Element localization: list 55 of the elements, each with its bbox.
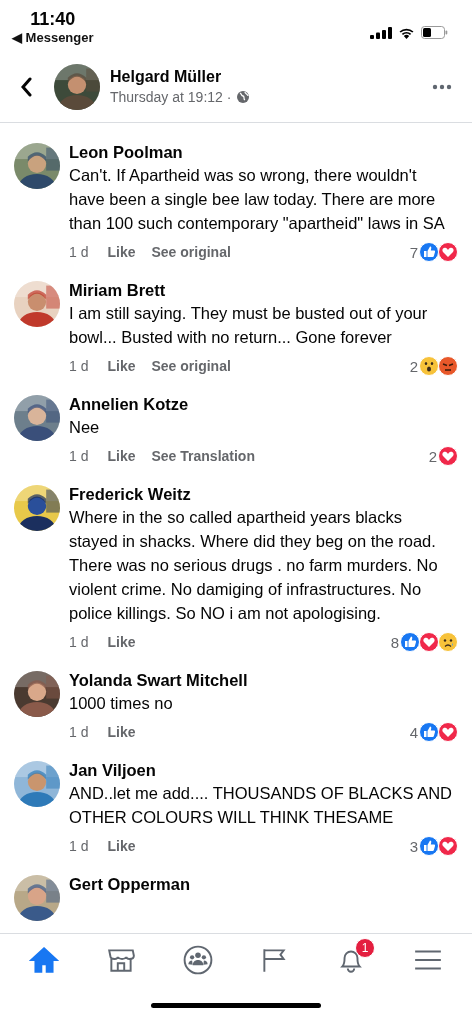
like-link[interactable]: Like — [107, 724, 136, 740]
translation-link[interactable]: See original — [151, 244, 231, 260]
commenter-name[interactable]: Gert Opperman — [69, 873, 458, 895]
comment-age: 1 d — [69, 448, 89, 464]
groups-icon — [182, 945, 213, 975]
comment-text: Where in the so called apartheid years blacks stayed in shacks. Where did they beg on the road. There was no serious drugs . no farm murders. No violent crime. No damiging of infrastructures. No police killings. So NO i am not apologising. — [69, 507, 439, 624]
like-link[interactable]: Like — [107, 358, 136, 374]
thumbs-up-icon — [419, 722, 439, 742]
reaction-count[interactable]: 3 — [409, 837, 418, 855]
notification-badge: 1 — [355, 938, 376, 958]
like-link[interactable]: Like — [107, 244, 136, 260]
comment-age: 1 d — [69, 838, 89, 854]
like-link[interactable]: Like — [107, 448, 136, 464]
translation-link[interactable]: See original — [151, 358, 231, 374]
reaction-count[interactable]: 7 — [409, 243, 418, 261]
back-to-app-link[interactable]: ◀ Messenger — [12, 30, 94, 46]
home-icon — [29, 945, 59, 975]
angry-face-icon — [438, 356, 458, 376]
back-icon[interactable] — [20, 77, 32, 97]
comment-age: 1 d — [69, 244, 89, 260]
reaction-count[interactable]: 2 — [409, 357, 418, 375]
reaction-count[interactable]: 4 — [409, 723, 418, 741]
commenter-name[interactable]: Annelien Kotze — [69, 393, 458, 415]
translation-link[interactable]: See Translation — [151, 448, 255, 464]
comment-text: Can't. If Apartheid was so wrong, there wouldn't have been a single bee law today. There are more than 100 such contemporary "apartheid" laws in SA — [69, 165, 446, 234]
comment-age: 1 d — [69, 634, 89, 650]
signal-icon — [370, 26, 392, 39]
clock-time: 11:40 — [30, 8, 76, 30]
post-time: Thursday at 19:12 · — [110, 88, 232, 107]
wifi-icon — [398, 26, 415, 39]
like-link[interactable]: Like — [107, 634, 136, 650]
surprised-face-icon — [419, 356, 439, 376]
comment-text: I am still saying. They must be busted out of your bowl... Busted with no return... Gone forever — [69, 303, 429, 348]
comment-text: 1000 times no — [69, 693, 174, 714]
reaction-count[interactable]: 2 — [428, 447, 437, 465]
globe-icon — [236, 90, 251, 104]
author-name[interactable]: Helgard Müller — [110, 67, 432, 87]
comment-text: AND..let me add.... THOUSANDS OF BLACKS AND OTHER COLOURS WILL THINK THESAME — [69, 783, 453, 828]
comment-age: 1 d — [69, 724, 89, 740]
commenter-name[interactable]: Yolanda Swart Mitchell — [69, 669, 458, 691]
nav-tab[interactable]: 1 — [327, 934, 376, 986]
thumbs-up-icon — [419, 836, 439, 856]
thumbs-up-icon — [419, 242, 439, 262]
sad-face-icon — [438, 632, 458, 652]
commenter-name[interactable]: Jan Viljoen — [69, 759, 458, 781]
comment-text: Nee — [69, 417, 101, 438]
like-link[interactable]: Like — [107, 838, 136, 854]
battery-icon — [421, 26, 448, 39]
reaction-count[interactable]: 8 — [390, 633, 399, 651]
commenter-name[interactable]: Frederick Weitz — [69, 483, 458, 505]
commenter-name[interactable]: Leon Poolman — [69, 141, 458, 163]
commenter-name[interactable]: Miriam Brett — [69, 279, 458, 301]
comment-age: 1 d — [69, 358, 89, 374]
thumbs-up-icon — [400, 632, 420, 652]
more-options-icon[interactable] — [432, 84, 452, 90]
